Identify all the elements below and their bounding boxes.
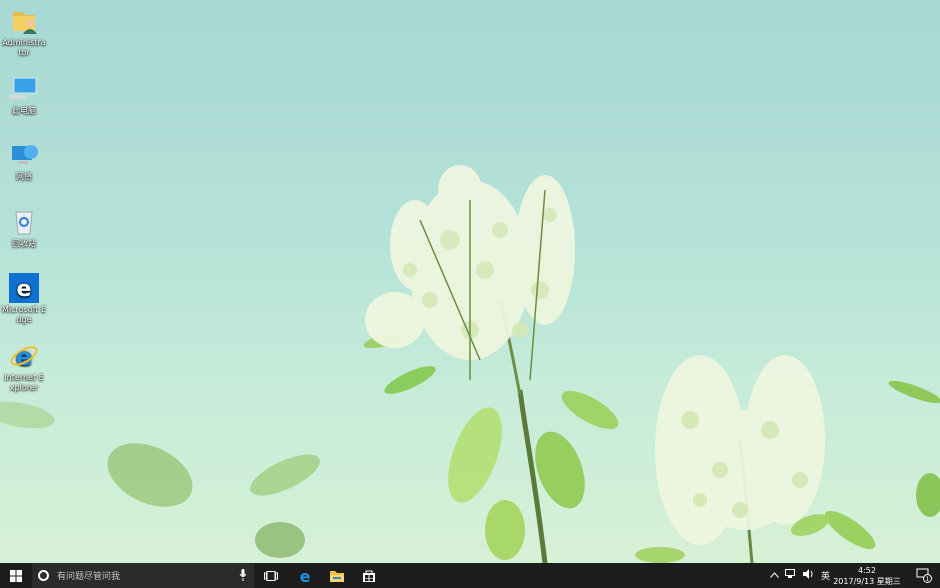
desktop-icon-label: Microsoft Edge — [2, 305, 47, 324]
desktop-icon-label: Internet Explorer — [4, 373, 44, 392]
cortana-icon — [38, 570, 49, 581]
desktop-wallpaper — [0, 0, 940, 563]
notification-count: 1 — [926, 576, 930, 583]
task-view-icon — [264, 570, 278, 581]
edge-icon: e — [9, 273, 39, 303]
desktop-icon-label: 网络 — [16, 172, 32, 181]
desktop-icon-administrator[interactable]: Administrator — [2, 6, 46, 58]
input-method-indicator[interactable]: 英 — [821, 569, 830, 582]
desktop-icon-label: 此电脑 — [12, 106, 36, 115]
windows-logo-icon — [10, 569, 22, 582]
notification-icon: 1 — [916, 568, 932, 583]
desktop-icon-recycle-bin[interactable]: 回收站 — [2, 207, 46, 249]
clock[interactable]: 4:52 2017/9/13 星期三 — [832, 565, 902, 587]
volume-icon[interactable] — [803, 569, 815, 582]
folder-icon — [330, 570, 344, 582]
chevron-up-icon[interactable] — [770, 571, 779, 581]
ie-icon: e — [9, 341, 39, 371]
svg-text:e: e — [17, 277, 32, 302]
desktop-icon-internet-explorer[interactable]: e Internet Explorer — [2, 341, 46, 393]
start-button[interactable] — [0, 563, 32, 588]
wallpaper-flowers — [0, 165, 940, 563]
desktop-icon-edge[interactable]: e Microsoft Edge — [2, 273, 46, 325]
desktop-icon-area: Administrator 此电脑 网络 回收站 e Microsoft Edg… — [0, 0, 50, 420]
taskbar-store-button[interactable] — [353, 563, 385, 588]
taskbar-edge-button[interactable]: e — [289, 563, 321, 588]
network-icon — [9, 140, 39, 170]
desktop-icon-network[interactable]: 网络 — [2, 140, 46, 182]
desktop-icon-label: 回收站 — [12, 239, 36, 248]
task-view-button[interactable] — [255, 563, 287, 588]
search-placeholder: 有问题尽管问我 — [57, 572, 121, 582]
network-tray-icon[interactable] — [785, 569, 797, 582]
system-tray: 英 — [770, 563, 830, 588]
desktop-icon-label: Administrator — [2, 38, 46, 57]
recycle-bin-icon — [9, 207, 39, 237]
store-icon — [363, 570, 375, 582]
svg-text:e: e — [300, 568, 311, 584]
cortana-search-box[interactable]: 有问题尽管问我 — [32, 563, 254, 588]
microphone-icon[interactable] — [239, 569, 247, 581]
action-center-button[interactable]: 1 — [916, 567, 932, 587]
user-folder-icon — [9, 6, 39, 36]
edge-icon: e — [300, 568, 311, 584]
clock-time: 4:52 — [858, 566, 876, 575]
desktop-icon-this-pc[interactable]: 此电脑 — [2, 74, 46, 116]
clock-date: 2017/9/13 星期三 — [833, 577, 901, 586]
taskbar: 有问题尽管问我 e 英 4:52 2017/9/13 星期三 1 — [0, 563, 940, 588]
this-pc-icon — [2, 74, 39, 104]
taskbar-file-explorer-button[interactable] — [321, 563, 353, 588]
